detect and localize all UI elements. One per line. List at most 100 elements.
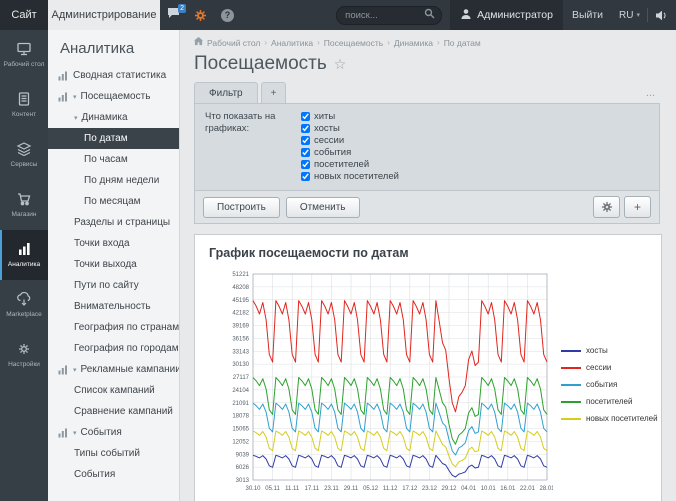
breadcrumb-separator: › [264,38,267,47]
home-icon[interactable] [194,37,203,48]
filter-checkbox[interactable] [301,148,310,157]
tab-administration[interactable]: Администрирование [48,0,160,30]
filter-body: Что показать на графиках: хитыхостысесси… [194,103,660,191]
svg-text:15065: 15065 [232,427,249,433]
breadcrumb-item[interactable]: Аналитика [271,38,313,48]
sidebar-item-label: География по странам [74,322,179,333]
chevron-down-icon: ▾ [73,93,77,101]
tree-chart-icon [58,428,68,438]
sidebar-item[interactable]: Точки входа [48,233,179,254]
filter-checkbox[interactable] [301,172,310,181]
legend-line-swatch [561,367,581,369]
sidebar-item[interactable]: Пути по сайту [48,275,179,296]
sidebar-item[interactable]: Сравнение кампаний [48,401,179,422]
svg-text:30130: 30130 [232,362,249,368]
sidebar-item[interactable]: ▾ Посещаемость [48,86,179,107]
svg-text:6026: 6026 [236,465,250,471]
filter-options-dots[interactable]: ... [646,87,660,99]
breadcrumb-item[interactable]: Посещаемость [324,38,383,48]
rail-item-content[interactable]: Контент [0,80,48,130]
legend-line-swatch [561,350,581,352]
filter-tab[interactable]: Фильтр [194,82,258,103]
favorite-star-icon[interactable]: ☆ [334,56,347,73]
sidebar-item-label: Список кампаний [74,385,155,396]
sidebar-item[interactable]: Точки выхода [48,254,179,275]
svg-text:33143: 33143 [232,349,249,355]
sidebar-item[interactable]: Типы событий [48,443,179,464]
filter-tabs: Фильтр + ... [194,82,660,103]
filter-action-icons: + [593,196,651,218]
search-input[interactable] [343,9,424,22]
legend-item: хосты [561,346,658,355]
legend-label: сессии [586,363,611,372]
filter-checkbox-row[interactable]: события [301,147,399,158]
legend-item: события [561,380,658,389]
filter-checkbox-row[interactable]: хосты [301,123,399,134]
shop-icon [16,192,32,208]
filter-actions: Построить Отменить + [194,191,660,224]
svg-text:24104: 24104 [232,388,249,394]
sidebar-item[interactable]: Разделы и страницы [48,212,179,233]
rail-item-shop[interactable]: Магазин [0,180,48,230]
sidebar-item[interactable]: ▾Рекламные кампании [48,359,179,380]
filter-checkbox[interactable] [301,160,310,169]
sidebar-item[interactable]: ▾События [48,422,179,443]
legend-item: новых посетителей [561,414,658,423]
breadcrumb-item[interactable]: Динамика [394,38,433,48]
sound-icon[interactable] [648,0,676,30]
rail-item-settings[interactable]: Настройки [0,330,48,380]
filter-checkbox-label: посетителей [314,159,369,170]
sidebar-item[interactable]: Внимательность [48,296,179,317]
build-button[interactable]: Построить [203,197,280,218]
page-head: Посещаемость ☆ [194,53,664,75]
sidebar-item[interactable]: ▾Динамика [48,107,179,128]
topbar: Сайт Администрирование 2 ? Администратор… [0,0,676,30]
filter-checkbox-row[interactable]: новых посетителей [301,171,399,182]
filter-checkbox[interactable] [301,136,310,145]
sidebar-item-label: Рекламные кампании [81,364,179,375]
page-title: Посещаемость [194,53,327,75]
updates-gear-icon[interactable] [187,0,214,30]
rail-item-services[interactable]: Сервисы [0,130,48,180]
rail-item-analytics[interactable]: Аналитика [0,230,48,280]
sidebar-item[interactable]: География по странам [48,317,179,338]
sidebar-item[interactable]: География по городам [48,338,179,359]
svg-text:12052: 12052 [232,439,249,445]
sidebar-item[interactable]: Список кампаний [48,380,179,401]
sidebar-item[interactable]: События [48,464,179,485]
sidebar-item[interactable]: По месяцам [48,191,179,212]
filter-checkbox-row[interactable]: посетителей [301,159,399,170]
breadcrumb-item[interactable]: По датам [444,38,481,48]
filter-checkbox-row[interactable]: сессии [301,135,399,146]
logout-link[interactable]: Выйти [563,0,612,30]
tab-site[interactable]: Сайт [0,0,48,30]
sidebar-item[interactable]: По датам [48,128,179,149]
search-icon[interactable] [424,6,435,24]
cancel-button[interactable]: Отменить [286,197,360,218]
legend-label: новых посетителей [586,414,658,423]
filter-checkbox[interactable] [301,124,310,133]
sidebar: Аналитика Сводная статистика▾Посещаемост… [48,30,180,501]
tree-chart-icon [58,92,68,102]
add-filter-tab[interactable]: + [261,82,287,103]
rail-item-marketplace[interactable]: Marketplace [0,280,48,330]
sidebar-item-label: Посещаемость [81,91,151,102]
help-icon[interactable]: ? [214,0,241,30]
breadcrumb-item[interactable]: Рабочий стол [207,38,260,48]
sidebar-item[interactable]: Сводная статистика [48,65,179,86]
sidebar-item[interactable]: По часам [48,149,179,170]
filter-add-button[interactable]: + [624,196,651,218]
user-menu-button[interactable]: Администратор [450,0,563,30]
chevron-down-icon: ▾ [74,114,78,122]
rail-item-desktop[interactable]: Рабочий стол [0,30,48,80]
sidebar-item-label: По часам [84,154,128,165]
filter-question-label: Что показать на графиках: [205,111,289,182]
sidebar-item[interactable]: По дням недели [48,170,179,191]
svg-text:42182: 42182 [232,311,249,317]
filter-checkbox-row[interactable]: хиты [301,111,399,122]
filter-settings-button[interactable] [593,196,620,218]
svg-text:45195: 45195 [232,298,249,304]
notifications-button[interactable]: 2 [160,0,187,30]
language-selector[interactable]: RU ▾ [612,0,647,30]
filter-checkbox[interactable] [301,112,310,121]
